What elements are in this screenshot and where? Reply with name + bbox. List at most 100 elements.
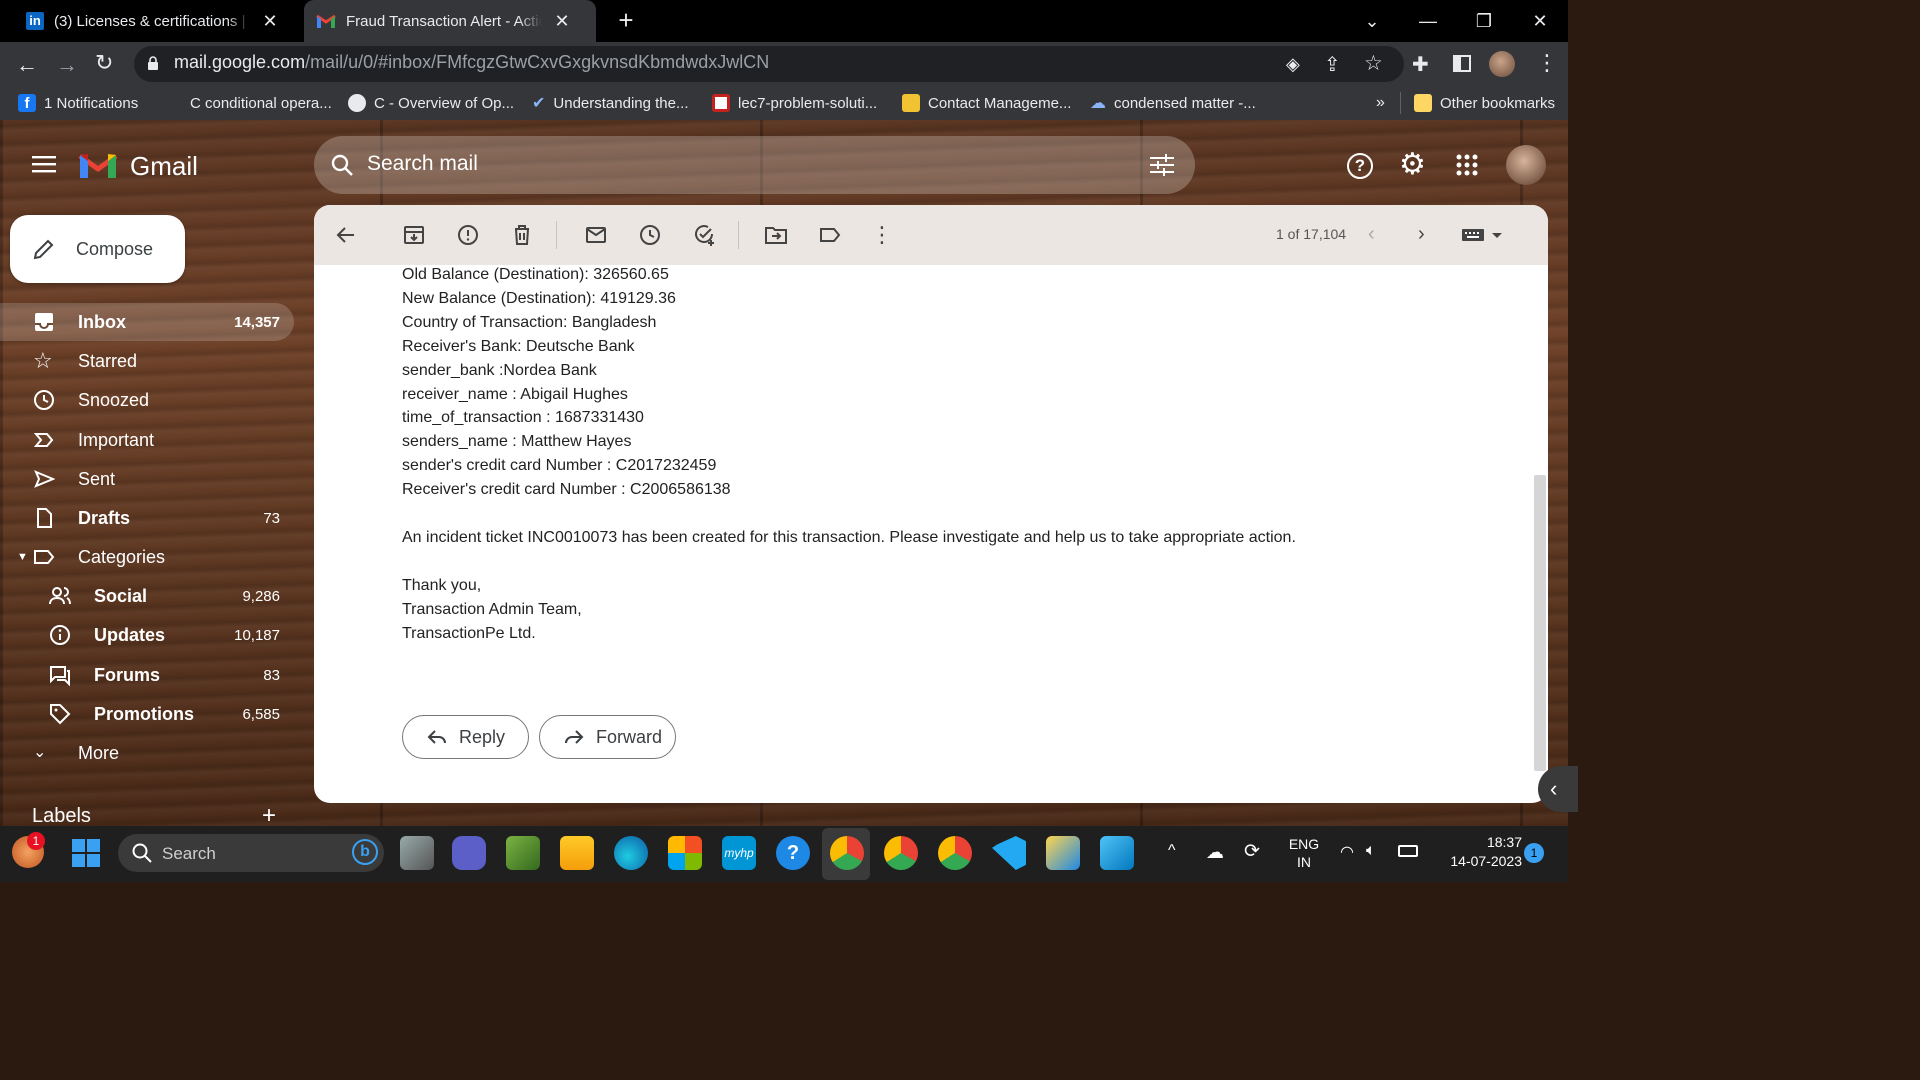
profile-avatar[interactable] xyxy=(1489,51,1515,77)
onedrive-cloud-icon[interactable]: ☁ xyxy=(1206,842,1224,863)
settings-gear-icon[interactable]: ⚙ xyxy=(1399,150,1426,180)
tab-gmail[interactable]: Fraud Transaction Alert - Action R ✕ xyxy=(304,0,596,42)
app-icon[interactable] xyxy=(1046,836,1080,870)
nav-sent[interactable]: Sent xyxy=(0,460,294,498)
input-tools-keyboard-icon[interactable] xyxy=(1462,227,1506,243)
chrome-profile-icon[interactable] xyxy=(884,836,918,870)
myhp-icon[interactable]: myhp xyxy=(722,836,756,870)
email-action-bar: ⋮ 1 of 17,104 ‹ › xyxy=(314,205,1548,265)
forward-icon[interactable]: → xyxy=(56,52,78,78)
pencil-icon xyxy=(32,237,56,261)
more-bookmarks-chevron-icon[interactable]: » xyxy=(1376,86,1385,120)
move-to-icon[interactable] xyxy=(764,223,788,247)
reply-button[interactable]: Reply xyxy=(402,715,529,759)
archive-icon[interactable] xyxy=(402,223,426,247)
show-hidden-icons-chevron-icon[interactable]: ^ xyxy=(1168,842,1176,860)
nav-inbox[interactable]: Inbox 14,357 xyxy=(0,303,294,341)
chrome-profile-icon[interactable] xyxy=(938,836,972,870)
bing-icon[interactable]: b xyxy=(352,839,378,865)
lock-icon[interactable] xyxy=(147,56,159,71)
mark-unread-icon[interactable] xyxy=(584,223,608,247)
task-view-icon[interactable] xyxy=(400,836,434,870)
add-to-tasks-icon[interactable] xyxy=(692,223,716,247)
more-options-icon[interactable]: ⋮ xyxy=(870,223,894,247)
label-as-icon[interactable] xyxy=(818,223,842,247)
bookmark-c-overview[interactable]: C - Overview of Op... xyxy=(348,86,514,120)
side-panel-expand-icon[interactable]: ‹ xyxy=(1538,766,1578,812)
teams-chat-icon[interactable] xyxy=(452,836,486,870)
notification-center-badge[interactable]: 1 xyxy=(1524,843,1544,863)
forward-button[interactable]: Forward xyxy=(539,715,676,759)
bookmark-contact-management[interactable]: Contact Manageme... xyxy=(902,86,1071,120)
nav-updates[interactable]: Updates 10,187 xyxy=(0,616,294,654)
reload-icon[interactable]: ↻ xyxy=(95,50,113,76)
bookmark-notifications[interactable]: f 1 Notifications xyxy=(18,86,138,120)
tab-search-icon[interactable]: ⌄ xyxy=(1344,0,1400,42)
clock-area[interactable]: 18:37 14-07-2023 xyxy=(1432,834,1522,869)
battery-icon[interactable] xyxy=(1398,845,1418,857)
search-icon[interactable] xyxy=(330,153,354,177)
caret-down-icon[interactable]: ▼ xyxy=(17,551,28,563)
search-options-icon[interactable] xyxy=(1150,154,1174,176)
nav-drafts[interactable]: Drafts 73 xyxy=(0,499,294,537)
extension-diamond-icon[interactable]: ◈ xyxy=(1286,54,1300,75)
toolbar-divider xyxy=(738,221,739,249)
gmail-logo-icon[interactable] xyxy=(78,150,118,180)
wifi-icon[interactable]: ◠ xyxy=(1340,842,1354,862)
bookmark-understanding[interactable]: ✔ Understanding the... xyxy=(532,86,689,120)
bookmark-lec7[interactable]: lec7-problem-soluti... xyxy=(712,86,877,120)
file-explorer-icon[interactable] xyxy=(560,836,594,870)
taskbar-search[interactable] xyxy=(118,834,384,872)
back-icon[interactable]: ← xyxy=(16,52,38,78)
restore-button[interactable]: ❐ xyxy=(1456,0,1512,42)
sync-icon[interactable]: ⟳ xyxy=(1244,840,1260,863)
google-apps-icon[interactable] xyxy=(1456,154,1478,176)
bookmark-c-conditional[interactable]: C conditional opera... xyxy=(190,86,332,120)
volume-icon[interactable]: 🔈︎ xyxy=(1366,842,1376,860)
nav-promotions[interactable]: Promotions 6,585 xyxy=(0,695,294,733)
side-panel-icon[interactable] xyxy=(1453,55,1471,72)
nav-starred[interactable]: ☆ Starred xyxy=(0,342,294,380)
close-tab-icon[interactable]: ✕ xyxy=(552,11,572,32)
bookmark-star-icon[interactable]: ☆ xyxy=(1364,51,1383,76)
chrome-icon[interactable] xyxy=(830,836,864,870)
nav-more[interactable]: ⌄ More xyxy=(0,734,294,772)
create-label-plus-icon[interactable]: + xyxy=(262,803,276,826)
account-avatar[interactable] xyxy=(1506,145,1546,185)
chrome-menu-icon[interactable]: ⋮ xyxy=(1536,50,1558,76)
language-indicator[interactable]: ENG IN xyxy=(1284,836,1324,870)
minimize-button[interactable]: — xyxy=(1400,0,1456,42)
edge-icon[interactable] xyxy=(614,836,648,870)
help-icon[interactable]: ? xyxy=(1347,153,1373,179)
email-scrollbar[interactable] xyxy=(1534,475,1546,771)
nav-snoozed[interactable]: Snoozed xyxy=(0,381,294,419)
report-spam-icon[interactable] xyxy=(456,223,480,247)
url-text[interactable]: mail.google.com/mail/u/0/#inbox/FMfcgzGt… xyxy=(174,52,769,73)
main-menu-icon[interactable] xyxy=(32,154,56,174)
share-icon[interactable]: ⇪ xyxy=(1324,52,1341,77)
windows-start-icon[interactable] xyxy=(72,839,100,867)
close-window-button[interactable]: ✕ xyxy=(1512,0,1568,42)
nav-social[interactable]: Social 9,286 xyxy=(0,577,294,615)
delete-trash-icon[interactable] xyxy=(510,223,534,247)
bookmark-condensed-matter[interactable]: ☁ condensed matter -... xyxy=(1090,86,1256,120)
nav-categories[interactable]: ▼ Categories xyxy=(0,538,294,576)
close-tab-icon[interactable]: ✕ xyxy=(260,11,280,32)
new-tab-button[interactable]: + xyxy=(612,7,640,35)
help-app-icon[interactable]: ? xyxy=(776,836,810,870)
bookmark-other[interactable]: Other bookmarks xyxy=(1414,86,1555,120)
extensions-puzzle-icon[interactable]: ✚ xyxy=(1412,52,1429,77)
newer-chevron-icon[interactable]: ‹ xyxy=(1368,223,1392,247)
photos-icon[interactable] xyxy=(1100,836,1134,870)
nav-forums[interactable]: Forums 83 xyxy=(0,656,294,694)
search-input[interactable]: Search mail xyxy=(367,152,478,176)
microsoft-store-icon[interactable] xyxy=(668,836,702,870)
back-to-inbox-icon[interactable] xyxy=(334,223,358,247)
snooze-clock-icon[interactable] xyxy=(638,223,662,247)
app-icon[interactable] xyxy=(506,836,540,870)
nav-label: More xyxy=(78,742,120,763)
tab-linkedin[interactable]: in (3) Licenses & certifications | Sanj … xyxy=(14,0,304,42)
older-chevron-icon[interactable]: › xyxy=(1418,223,1442,247)
nav-important[interactable]: Important xyxy=(0,421,294,459)
compose-button[interactable]: Compose xyxy=(10,215,185,283)
